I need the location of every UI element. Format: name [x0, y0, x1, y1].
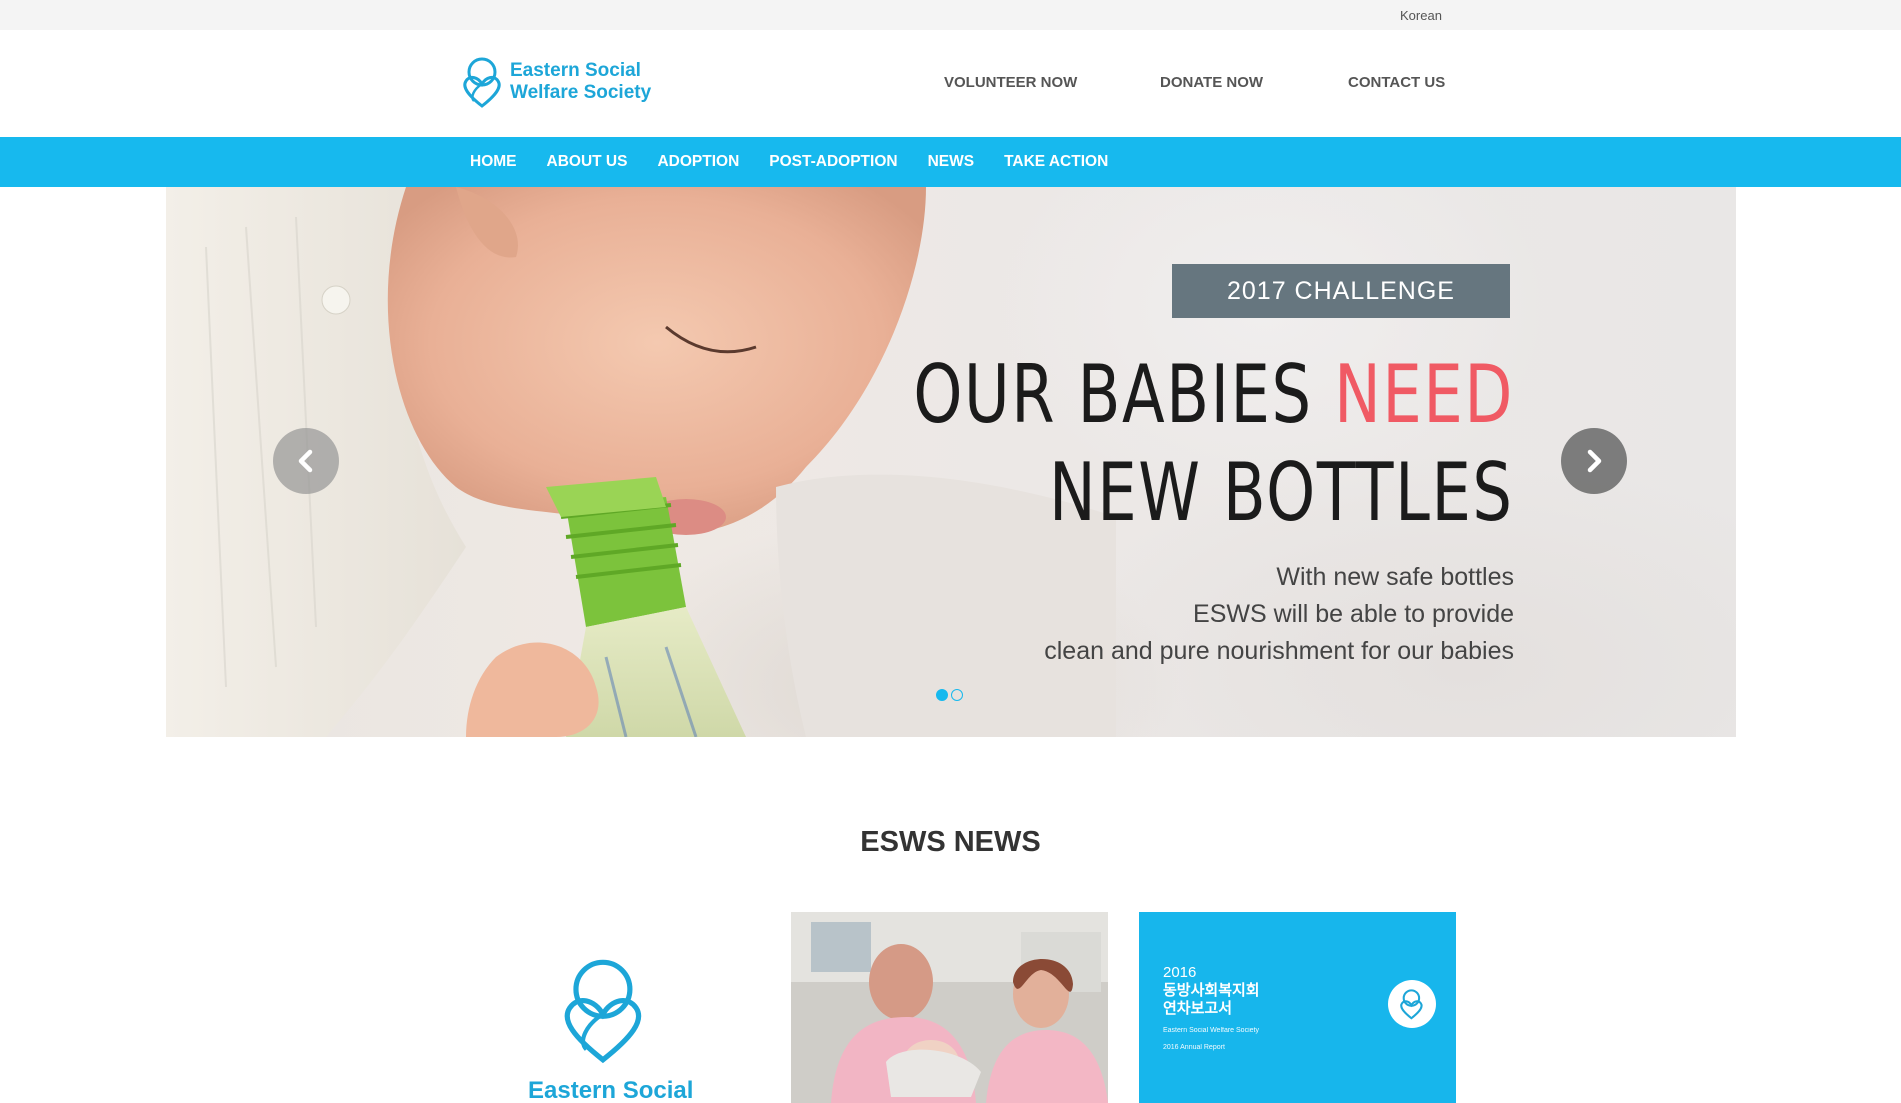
- news-section-title: ESWS NEWS: [860, 826, 1041, 858]
- campaign-badge: 2017 CHALLENGE: [1172, 264, 1510, 318]
- report-year: 2016: [1163, 964, 1197, 981]
- main-navigation: HOME ABOUT US ADOPTION POST-ADOPTION NEW…: [0, 137, 1901, 187]
- logo-line-1: Eastern Social: [510, 60, 641, 81]
- nav-adoption[interactable]: ADOPTION: [657, 137, 739, 187]
- hero-subcopy: With new safe bottles ESWS will be able …: [1044, 559, 1514, 670]
- news-card-annual-report[interactable]: 2016 동방사회복지회 연차보고서 Eastern Social Welfar…: [1139, 912, 1456, 1103]
- report-english-1: Eastern Social Welfare Society: [1163, 1027, 1259, 1034]
- heart-person-logo-icon: [463, 57, 501, 108]
- hero-headline-line-1: OUR BABIES NEED: [913, 350, 1514, 440]
- slider-pagination: [936, 689, 963, 701]
- headline-highlight: NEED: [1334, 348, 1514, 441]
- report-logo-badge: [1388, 980, 1436, 1028]
- nav-news[interactable]: NEWS: [928, 137, 975, 187]
- subcopy-line-1: With new safe bottles: [1276, 563, 1514, 591]
- contact-us-link[interactable]: CONTACT US: [1348, 74, 1445, 91]
- nav-about-us[interactable]: ABOUT US: [547, 137, 628, 187]
- subcopy-line-2: ESWS will be able to provide: [1193, 600, 1514, 628]
- report-title-korean-2: 연차보고서: [1163, 1000, 1233, 1017]
- news-card-photo[interactable]: [791, 912, 1108, 1103]
- report-english-2: 2016 Annual Report: [1163, 1044, 1225, 1051]
- slider-dot-1[interactable]: [936, 689, 948, 701]
- card-logo-text: Eastern Social: [528, 1077, 694, 1103]
- top-utility-bar: Korean: [0, 0, 1901, 30]
- slider-next-button[interactable]: [1561, 428, 1627, 494]
- slider-prev-button[interactable]: [273, 428, 339, 494]
- language-korean-link[interactable]: Korean: [1400, 8, 1442, 23]
- chevron-right-icon: [1587, 449, 1602, 473]
- chevron-left-icon: [298, 449, 313, 473]
- headline-text: OUR BABIES: [913, 348, 1335, 441]
- news-card-logo[interactable]: Eastern Social: [475, 912, 792, 1103]
- donate-now-link[interactable]: DONATE NOW: [1160, 74, 1263, 91]
- volunteers-holding-baby-photo: [791, 912, 1108, 1103]
- nav-post-adoption[interactable]: POST-ADOPTION: [769, 137, 897, 187]
- nav-home[interactable]: HOME: [470, 137, 517, 187]
- nav-take-action[interactable]: TAKE ACTION: [1004, 137, 1108, 187]
- subcopy-line-3: clean and pure nourishment for our babie…: [1044, 637, 1514, 665]
- logo-line-2: Welfare Society: [510, 82, 652, 103]
- annual-report-cover-text: 2016 동방사회복지회 연차보고서 Eastern Social Welfar…: [1163, 964, 1260, 1052]
- site-header: Eastern Social Welfare Society VOLUNTEER…: [0, 30, 1901, 137]
- logo-wordmark: Eastern Social Welfare Society: [510, 60, 651, 104]
- volunteer-now-link[interactable]: VOLUNTEER NOW: [944, 74, 1077, 91]
- site-logo[interactable]: Eastern Social Welfare Society: [460, 54, 660, 110]
- hero-slider: 2017 CHALLENGE OUR BABIES NEED NEW BOTTL…: [166, 187, 1736, 737]
- heart-person-logo-icon: [1400, 989, 1423, 1020]
- slider-dot-2[interactable]: [951, 689, 963, 701]
- hero-headline-line-2: NEW BOTTLES: [1049, 446, 1514, 539]
- heart-person-logo-icon: [564, 959, 642, 1064]
- report-title-korean-1: 동방사회복지회: [1163, 982, 1260, 999]
